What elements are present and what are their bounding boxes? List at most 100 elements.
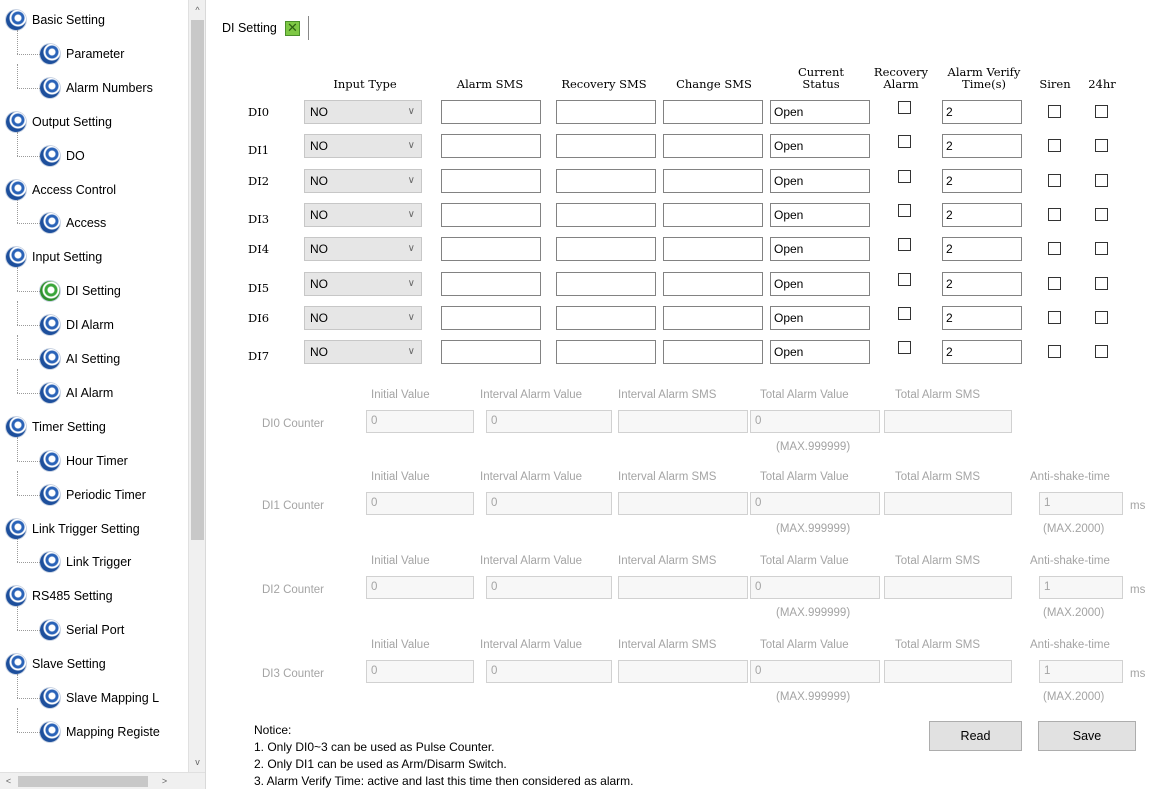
alarm-sms-input[interactable] [441,202,541,227]
interval-alarm-sms-input[interactable] [618,492,748,515]
initial-value-input[interactable]: 0 [366,660,474,683]
recovery-alarm-checkbox[interactable] [898,203,911,217]
recovery-sms-input[interactable] [556,237,656,262]
recovery-alarm-checkbox[interactable] [898,101,911,114]
sidebar-item-serial-port[interactable]: Serial Port [40,618,124,642]
anti-shake-time-input[interactable]: 1 [1039,576,1123,599]
alarm-verify-time-input[interactable]: 2 [942,237,1022,262]
input-type-select[interactable]: NO ∨ [304,305,422,330]
alarm-verify-time-input[interactable]: 2 [942,340,1022,365]
recovery-sms-input[interactable] [556,271,656,296]
input-type-select[interactable]: NO ∨ [304,340,422,365]
interval-alarm-value-input[interactable]: 0 [486,660,612,683]
change-sms-input[interactable] [663,100,763,124]
change-sms-input[interactable] [663,168,763,193]
siren-checkbox[interactable] [1048,139,1061,153]
recovery-alarm-checkbox[interactable] [898,272,911,286]
recovery-sms-input[interactable] [556,305,656,330]
horizontal-scrollbar-thumb[interactable] [18,776,148,787]
siren-checkbox[interactable] [1048,173,1061,187]
sidebar-item-periodic-timer[interactable]: Periodic Timer [40,483,146,507]
anti-shake-time-input[interactable]: 1 [1039,492,1123,515]
alarm-verify-time-input[interactable]: 2 [942,168,1022,193]
sidebar-item-output-setting[interactable]: Output Setting [6,110,112,134]
24hr-checkbox[interactable] [1095,173,1108,187]
input-type-select[interactable]: NO ∨ [304,134,422,159]
save-button[interactable]: Save [1038,721,1136,751]
alarm-sms-input[interactable] [441,168,541,193]
total-alarm-sms-input[interactable] [884,660,1012,683]
total-alarm-value-input[interactable]: 0 [750,492,880,515]
input-type-select[interactable]: NO ∨ [304,202,422,227]
sidebar-item-access-control[interactable]: Access Control [6,178,116,202]
initial-value-input[interactable]: 0 [366,410,474,433]
alarm-sms-input[interactable] [441,305,541,330]
input-type-select[interactable]: NO ∨ [304,100,422,124]
total-alarm-value-input[interactable]: 0 [750,410,880,433]
sidebar-item-slave-setting[interactable]: Slave Setting [6,652,106,676]
sidebar-item-hour-timer[interactable]: Hour Timer [40,449,128,473]
siren-checkbox[interactable] [1048,105,1061,118]
siren-checkbox[interactable] [1048,242,1061,256]
sidebar-item-di-alarm[interactable]: DI Alarm [40,313,114,337]
total-alarm-value-input[interactable]: 0 [750,576,880,599]
total-alarm-sms-input[interactable] [884,410,1012,433]
sidebar-vertical-scrollbar[interactable]: ^ v [188,0,205,772]
initial-value-input[interactable]: 0 [366,492,474,515]
interval-alarm-value-input[interactable]: 0 [486,492,612,515]
sidebar-item-basic-setting[interactable]: Basic Setting [6,8,105,32]
alarm-verify-time-input[interactable]: 2 [942,100,1022,124]
initial-value-input[interactable]: 0 [366,576,474,599]
sidebar-item-link-trigger-setting[interactable]: Link Trigger Setting [6,517,140,541]
sidebar-item-rs485-setting[interactable]: RS485 Setting [6,584,113,608]
siren-checkbox[interactable] [1048,276,1061,290]
scroll-down-arrow[interactable]: v [189,754,205,771]
interval-alarm-value-input[interactable]: 0 [486,410,612,433]
scroll-left-arrow[interactable]: < [0,773,17,789]
alarm-verify-time-input[interactable]: 2 [942,271,1022,296]
recovery-alarm-checkbox[interactable] [898,169,911,183]
scrollbar-thumb[interactable] [191,20,204,540]
recovery-alarm-checkbox[interactable] [898,238,911,252]
input-type-select[interactable]: NO ∨ [304,271,422,296]
alarm-sms-input[interactable] [441,134,541,159]
recovery-alarm-checkbox[interactable] [898,135,911,149]
alarm-sms-input[interactable] [441,271,541,296]
change-sms-input[interactable] [663,340,763,365]
sidebar-item-input-setting[interactable]: Input Setting [6,245,102,269]
sidebar-item-alarm-numbers[interactable]: Alarm Numbers [40,76,153,100]
sidebar-item-di-setting[interactable]: DI Setting [40,279,121,303]
total-alarm-sms-input[interactable] [884,576,1012,599]
siren-checkbox[interactable] [1048,207,1061,221]
recovery-alarm-checkbox[interactable] [898,306,911,320]
24hr-checkbox[interactable] [1095,105,1108,118]
total-alarm-value-input[interactable]: 0 [750,660,880,683]
sidebar-item-access[interactable]: Access [40,211,106,235]
sidebar-item-parameter[interactable]: Parameter [40,42,124,66]
scroll-right-arrow[interactable]: > [156,773,173,789]
alarm-verify-time-input[interactable]: 2 [942,202,1022,227]
input-type-select[interactable]: NO ∨ [304,168,422,193]
interval-alarm-sms-input[interactable] [618,410,748,433]
recovery-sms-input[interactable] [556,134,656,159]
24hr-checkbox[interactable] [1095,310,1108,324]
siren-checkbox[interactable] [1048,345,1061,359]
sidebar-item-timer-setting[interactable]: Timer Setting [6,415,106,439]
recovery-sms-input[interactable] [556,100,656,124]
interval-alarm-sms-input[interactable] [618,660,748,683]
24hr-checkbox[interactable] [1095,276,1108,290]
siren-checkbox[interactable] [1048,310,1061,324]
recovery-sms-input[interactable] [556,168,656,193]
alarm-verify-time-input[interactable]: 2 [942,305,1022,330]
24hr-checkbox[interactable] [1095,139,1108,153]
change-sms-input[interactable] [663,237,763,262]
recovery-sms-input[interactable] [556,202,656,227]
change-sms-input[interactable] [663,202,763,227]
total-alarm-sms-input[interactable] [884,492,1012,515]
sidebar-item-link-trigger[interactable]: Link Trigger [40,550,131,574]
recovery-alarm-checkbox[interactable] [898,341,911,355]
alarm-verify-time-input[interactable]: 2 [942,134,1022,159]
alarm-sms-input[interactable] [441,340,541,365]
read-button[interactable]: Read [929,721,1022,751]
sidebar-item-ai-alarm[interactable]: AI Alarm [40,381,113,405]
